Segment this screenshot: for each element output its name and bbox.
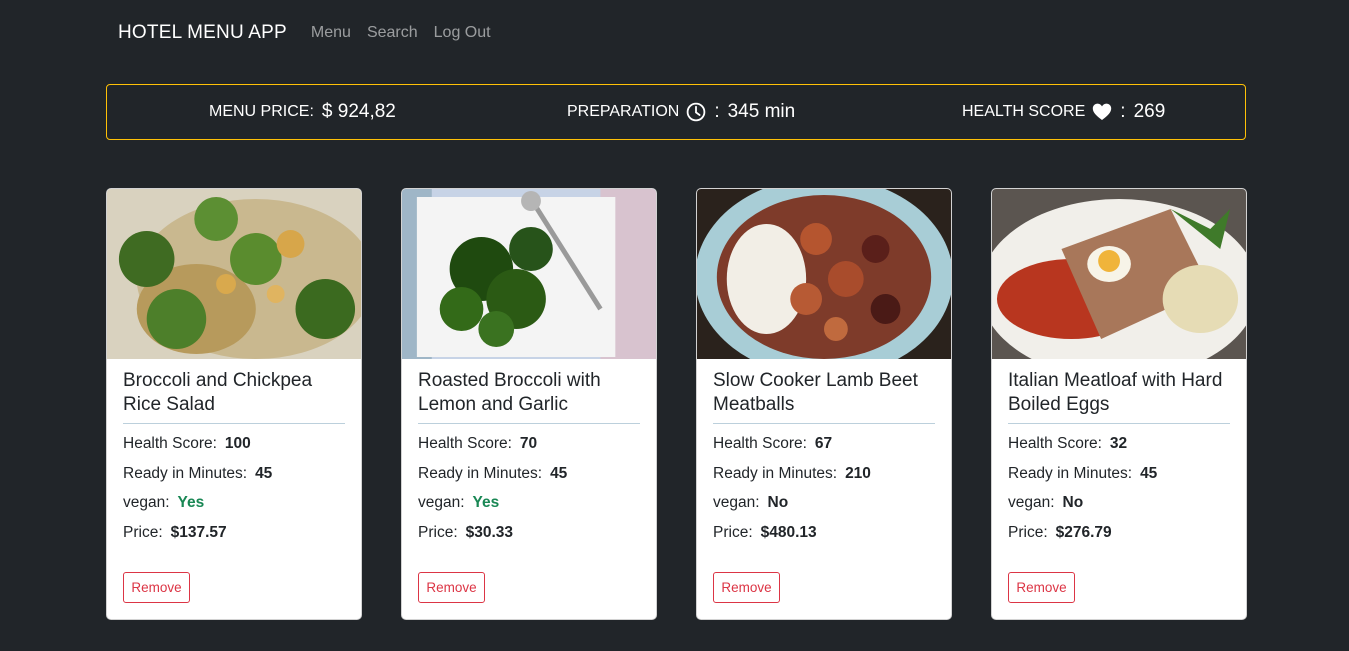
- ready-minutes-value: 45: [1140, 464, 1158, 482]
- price-label: Price:: [123, 523, 163, 541]
- price-value: $137.57: [170, 523, 227, 541]
- price-label: Price:: [418, 523, 458, 541]
- vegan-row: vegan: Yes: [123, 493, 345, 523]
- preparation-separator: :: [714, 101, 720, 122]
- health-score-label: Health Score:: [123, 435, 217, 452]
- health-score-label: Health Score:: [418, 435, 512, 452]
- recipe-image: [402, 189, 656, 359]
- recipe-title: Italian Meatloaf with Hard Boiled Eggs: [1008, 370, 1223, 415]
- vegan-row: vegan: No: [1008, 493, 1230, 523]
- remove-button[interactable]: Remove: [123, 572, 190, 603]
- vegan-value: Yes: [472, 494, 500, 511]
- ready-minutes-label: Ready in Minutes:: [123, 464, 248, 482]
- recipe-title: Roasted Broccoli with Lemon and Garlic: [418, 370, 601, 415]
- health-score-row: Health Score: 100: [123, 434, 345, 464]
- vegan-value: Yes: [177, 494, 205, 511]
- vegan-row: vegan: No: [713, 493, 935, 523]
- ready-minutes-row: Ready in Minutes: 210: [713, 464, 935, 494]
- remove-button[interactable]: Remove: [713, 572, 780, 603]
- brand-logo[interactable]: HOTEL MENU APP: [118, 22, 287, 44]
- recipe-card: Italian Meatloaf with Hard Boiled Eggs H…: [991, 188, 1247, 620]
- health-score-stat: HEALTH SCORE : 269: [962, 85, 1165, 139]
- vegan-label: vegan:: [418, 494, 465, 511]
- vegan-label: vegan:: [1008, 494, 1055, 511]
- nav-link-menu[interactable]: Menu: [311, 24, 351, 42]
- health-score-value: 70: [519, 435, 538, 452]
- ready-minutes-value: 45: [550, 464, 568, 482]
- health-score-row: Health Score: 32: [1008, 434, 1230, 464]
- title-divider: [1008, 423, 1230, 424]
- price-value: $276.79: [1055, 523, 1112, 541]
- title-divider: [418, 423, 640, 424]
- preparation-label: PREPARATION: [567, 103, 680, 120]
- recipe-title: Broccoli and Chickpea Rice Salad: [123, 370, 313, 415]
- recipe-image: [697, 189, 951, 359]
- health-score-label: Health Score:: [713, 435, 807, 452]
- health-score-value: 32: [1109, 435, 1128, 452]
- vegan-value: No: [767, 494, 789, 511]
- price-value: $30.33: [465, 523, 514, 541]
- price-row: Price: $137.57: [123, 523, 345, 553]
- menu-price-label: MENU PRICE:: [209, 103, 314, 120]
- health-score-value: 67: [814, 435, 833, 452]
- nav-link-logout[interactable]: Log Out: [434, 24, 491, 42]
- health-score-row: Health Score: 67: [713, 434, 935, 464]
- ready-minutes-row: Ready in Minutes: 45: [1008, 464, 1230, 494]
- ready-minutes-label: Ready in Minutes:: [1008, 464, 1133, 482]
- menu-price-stat: MENU PRICE: $ 924,82: [209, 85, 396, 139]
- ready-minutes-row: Ready in Minutes: 45: [123, 464, 345, 494]
- price-label: Price:: [713, 523, 753, 541]
- clock-icon: [687, 102, 706, 122]
- title-divider: [123, 423, 345, 424]
- remove-button[interactable]: Remove: [1008, 572, 1075, 603]
- recipe-card: Slow Cooker Lamb Beet Meatballs Health S…: [696, 188, 952, 620]
- nav-link-search[interactable]: Search: [367, 24, 418, 42]
- ready-minutes-label: Ready in Minutes:: [713, 464, 838, 482]
- price-value: $480.13: [760, 523, 817, 541]
- health-score-separator: :: [1120, 101, 1126, 122]
- health-score-label: Health Score:: [1008, 435, 1102, 452]
- ready-minutes-value: 45: [255, 464, 273, 482]
- vegan-value: No: [1062, 494, 1084, 511]
- health-score-value: 269: [1133, 101, 1166, 122]
- recipe-card: Broccoli and Chickpea Rice Salad Health …: [106, 188, 362, 620]
- ready-minutes-label: Ready in Minutes:: [418, 464, 543, 482]
- recipe-image: [107, 189, 361, 359]
- remove-button[interactable]: Remove: [418, 572, 485, 603]
- vegan-row: vegan: Yes: [418, 493, 640, 523]
- menu-summary-bar: MENU PRICE: $ 924,82 PREPARATION : 345 m…: [106, 84, 1246, 140]
- navbar: HOTEL MENU APP Menu Search Log Out: [118, 20, 507, 46]
- recipe-card: Roasted Broccoli with Lemon and Garlic H…: [401, 188, 657, 620]
- price-row: Price: $480.13: [713, 523, 935, 553]
- ready-minutes-row: Ready in Minutes: 45: [418, 464, 640, 494]
- title-divider: [713, 423, 935, 424]
- recipe-image: [992, 189, 1246, 359]
- price-row: Price: $276.79: [1008, 523, 1230, 553]
- ready-minutes-value: 210: [845, 464, 871, 482]
- preparation-value: 345 min: [727, 101, 796, 122]
- preparation-stat: PREPARATION : 345 min: [567, 85, 795, 139]
- heart-icon: [1093, 103, 1112, 120]
- vegan-label: vegan:: [123, 494, 170, 511]
- price-row: Price: $30.33: [418, 523, 640, 553]
- recipe-title: Slow Cooker Lamb Beet Meatballs: [713, 370, 918, 415]
- vegan-label: vegan:: [713, 494, 760, 511]
- health-score-row: Health Score: 70: [418, 434, 640, 464]
- recipe-cards: Broccoli and Chickpea Rice Salad Health …: [106, 188, 1247, 620]
- menu-price-value: $ 924,82: [321, 101, 396, 122]
- health-score-label: HEALTH SCORE: [962, 103, 1086, 120]
- health-score-value: 100: [224, 435, 251, 452]
- price-label: Price:: [1008, 523, 1048, 541]
